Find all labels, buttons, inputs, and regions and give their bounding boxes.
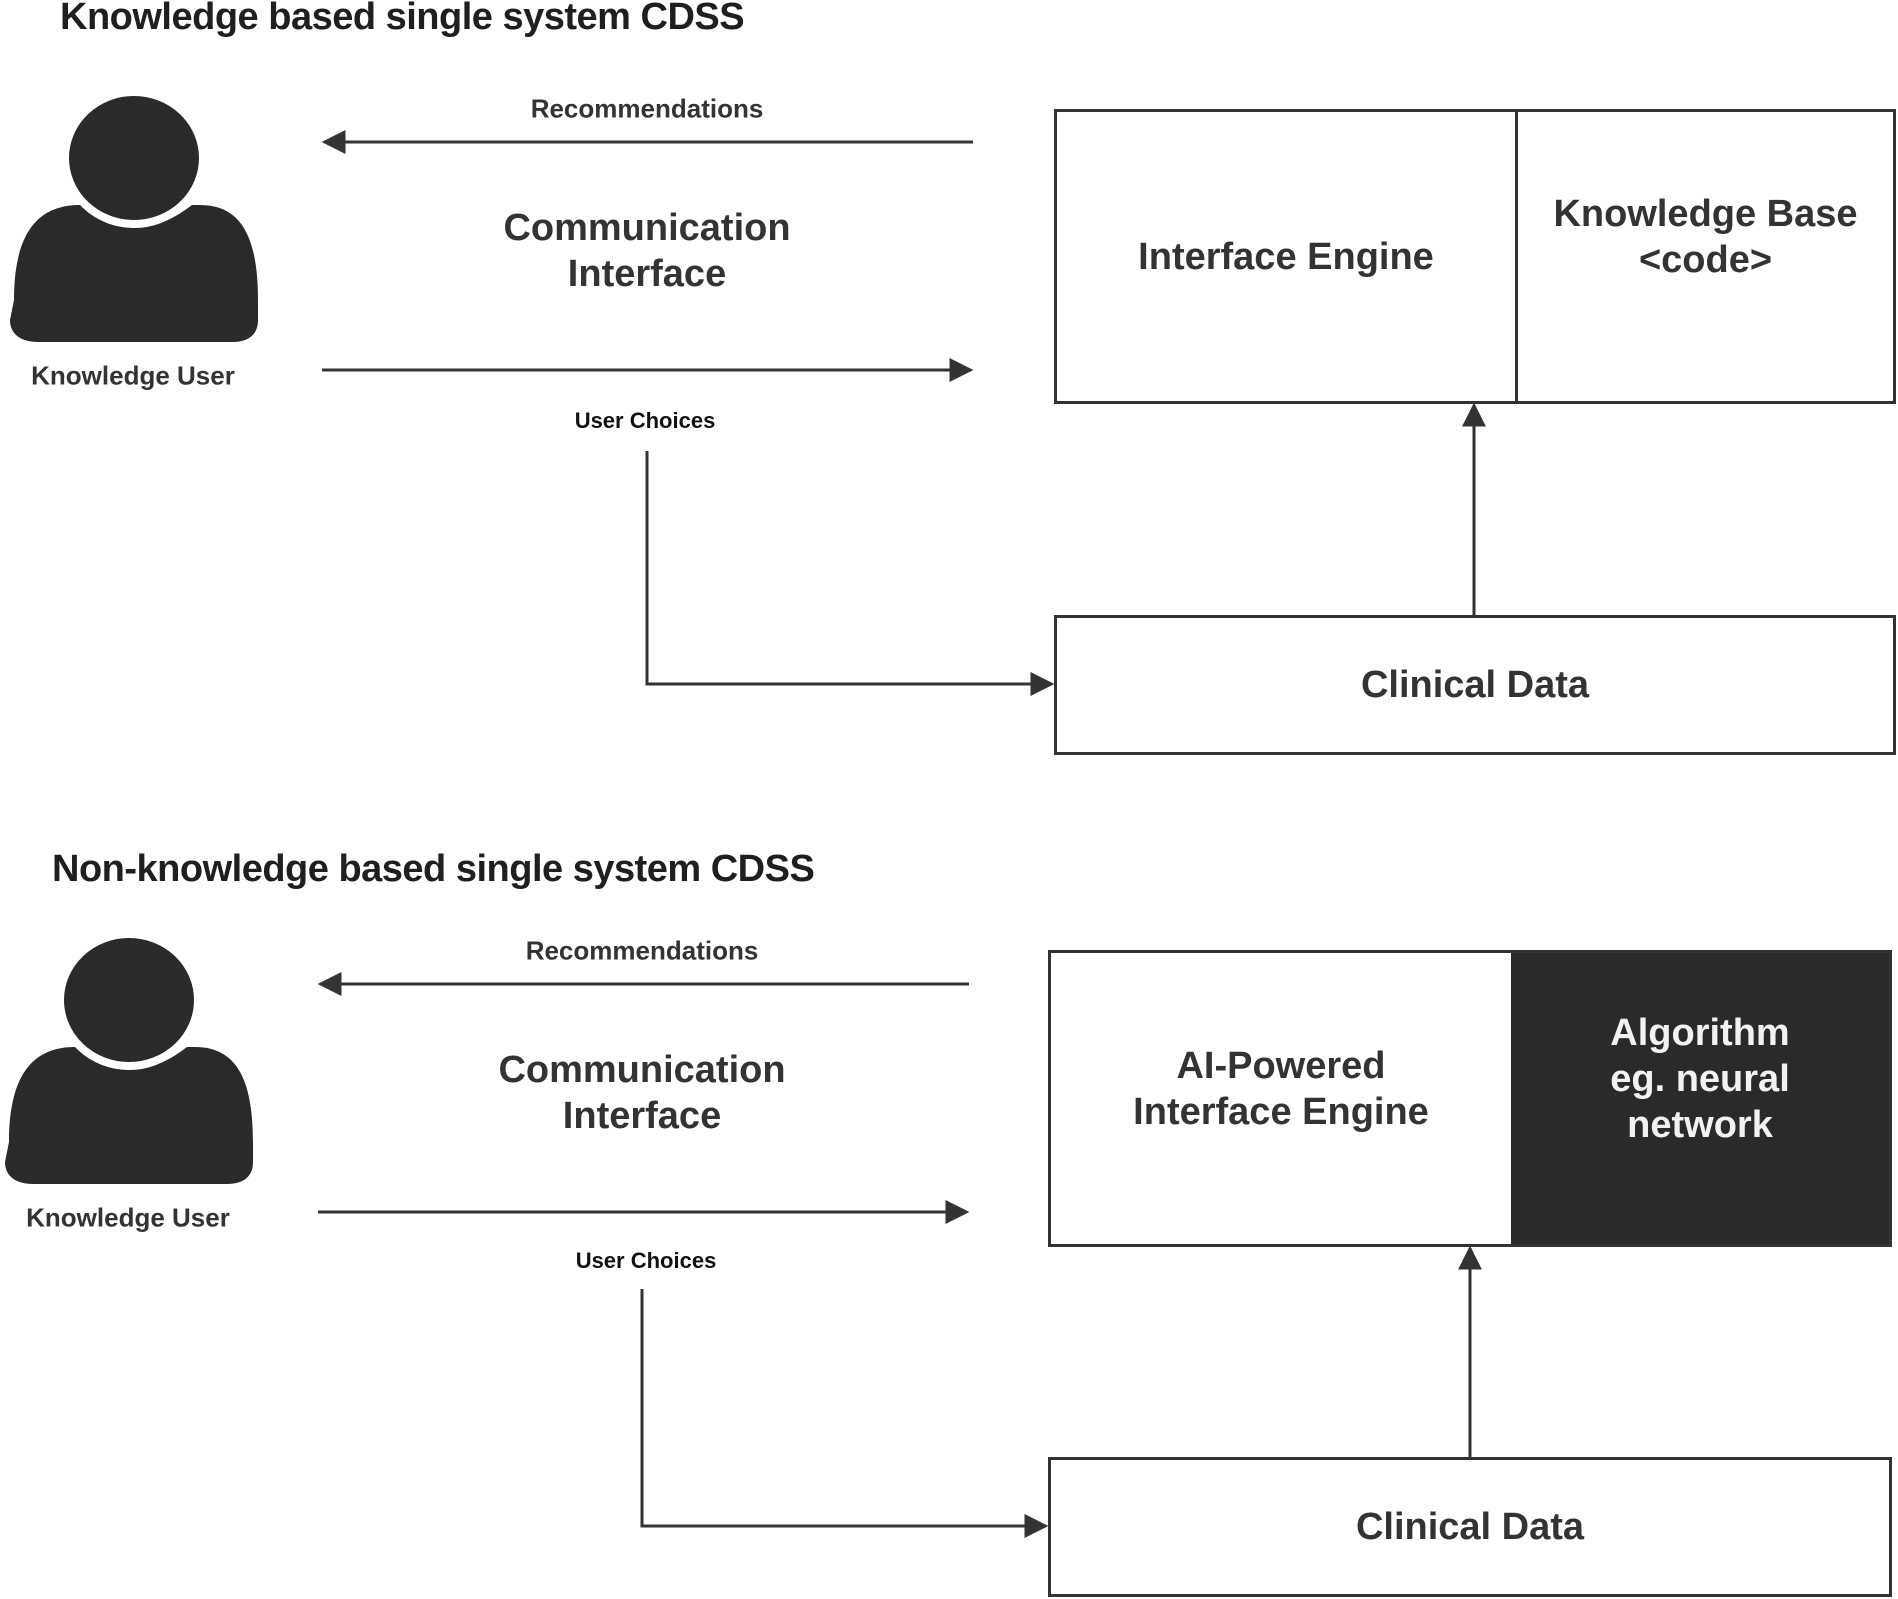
ai-interface-engine-cell: AI-Powered Interface Engine [1133, 1044, 1429, 1133]
person-icon [5, 930, 253, 1184]
engine-box: AI-Powered Interface Engine Algorithm eg… [1048, 950, 1892, 1247]
user-label: Knowledge User [26, 1202, 230, 1233]
clinical-data-label: Clinical Data [1355, 1506, 1585, 1548]
communication-interface-label: Communication Interface [498, 1049, 786, 1137]
recommendations-label: Recommendations [525, 935, 759, 966]
user-choices-to-clinical-arrow [640, 1289, 1049, 1538]
clinical-data-box: Clinical Data [1048, 1457, 1892, 1597]
algorithm-cell: Algorithm eg. neural network [1511, 953, 1889, 1244]
user-choices-label: User Choices [575, 1248, 717, 1273]
connector-lines [5, 930, 1482, 1538]
